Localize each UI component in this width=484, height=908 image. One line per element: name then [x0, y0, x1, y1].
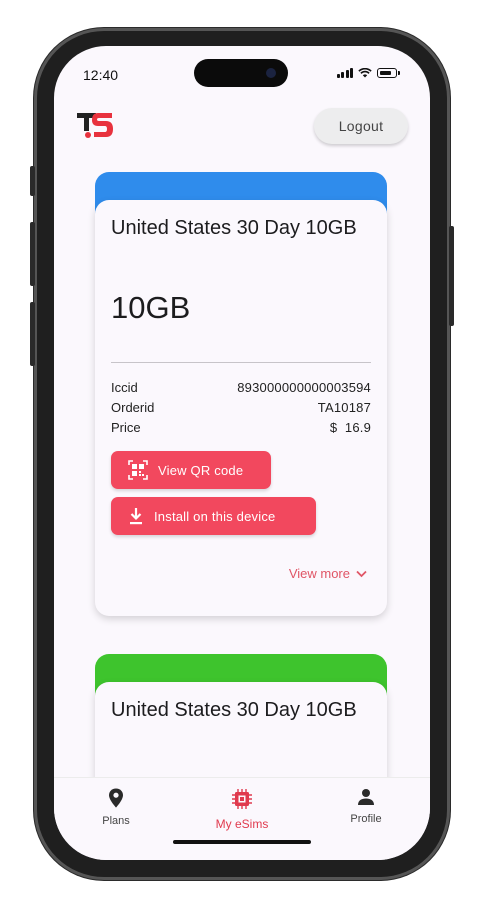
- esim-card: United States 30 Day 10GB: [95, 654, 387, 822]
- view-qr-code-button[interactable]: View QR code: [111, 451, 271, 489]
- data-amount: 10GB: [111, 290, 191, 325]
- install-on-device-button[interactable]: Install on this device: [111, 497, 316, 535]
- qr-code-icon: [128, 460, 148, 480]
- detail-row-iccid: Iccid 893000000000003594: [111, 380, 371, 395]
- wifi-icon: [358, 68, 372, 78]
- mute-switch: [30, 166, 35, 196]
- detail-row-price: Price $ 16.9: [111, 420, 371, 435]
- home-indicator[interactable]: [173, 840, 311, 844]
- nav-item-plans[interactable]: Plans: [76, 788, 156, 827]
- chip-icon: [232, 789, 252, 809]
- volume-up-button: [30, 222, 35, 286]
- nav-label: My eSims: [215, 817, 269, 831]
- nav-item-profile[interactable]: Profile: [326, 788, 406, 825]
- chevron-down-icon: [356, 570, 367, 577]
- plan-title: United States 30 Day 10GB: [111, 699, 357, 721]
- dynamic-island: [194, 59, 288, 87]
- button-label: Install on this device: [154, 508, 276, 524]
- detail-label: Iccid: [111, 380, 138, 395]
- nav-item-my-esims[interactable]: My eSims: [202, 788, 282, 831]
- nav-label: Profile: [350, 813, 382, 825]
- battery-icon: [377, 68, 397, 78]
- status-icons: [336, 68, 400, 78]
- location-pin-icon: [109, 788, 123, 808]
- esim-card: United States 30 Day 10GB 10GB Iccid 893…: [95, 172, 387, 617]
- button-label: View QR code: [158, 462, 244, 478]
- app-screen: 12:40 Logout United States 30 Day 10GB 1…: [54, 46, 430, 860]
- logout-button[interactable]: Logout: [314, 108, 408, 144]
- ts-logo[interactable]: [76, 108, 116, 140]
- divider: [111, 362, 371, 363]
- detail-row-orderid: Orderid TA10187: [111, 400, 371, 415]
- card-body: United States 30 Day 10GB 10GB Iccid 893…: [95, 200, 387, 616]
- power-button: [449, 226, 454, 326]
- detail-value: 893000000000003594: [237, 380, 371, 395]
- nav-label: Plans: [102, 815, 130, 827]
- view-more-label: View more: [288, 566, 350, 581]
- detail-value: TA10187: [317, 400, 371, 415]
- detail-label: Price: [111, 420, 141, 435]
- status-time: 12:40: [83, 67, 119, 83]
- volume-down-button: [30, 302, 35, 366]
- bottom-nav: Plans My eSims Profile: [54, 777, 430, 860]
- detail-value: $ 16.9: [329, 420, 371, 435]
- detail-label: Orderid: [111, 400, 155, 415]
- download-icon: [130, 508, 142, 525]
- plan-title: United States 30 Day 10GB: [111, 217, 357, 239]
- view-more-link[interactable]: View more: [289, 566, 367, 581]
- cellular-signal-icon: [336, 68, 353, 78]
- person-icon: [358, 789, 374, 805]
